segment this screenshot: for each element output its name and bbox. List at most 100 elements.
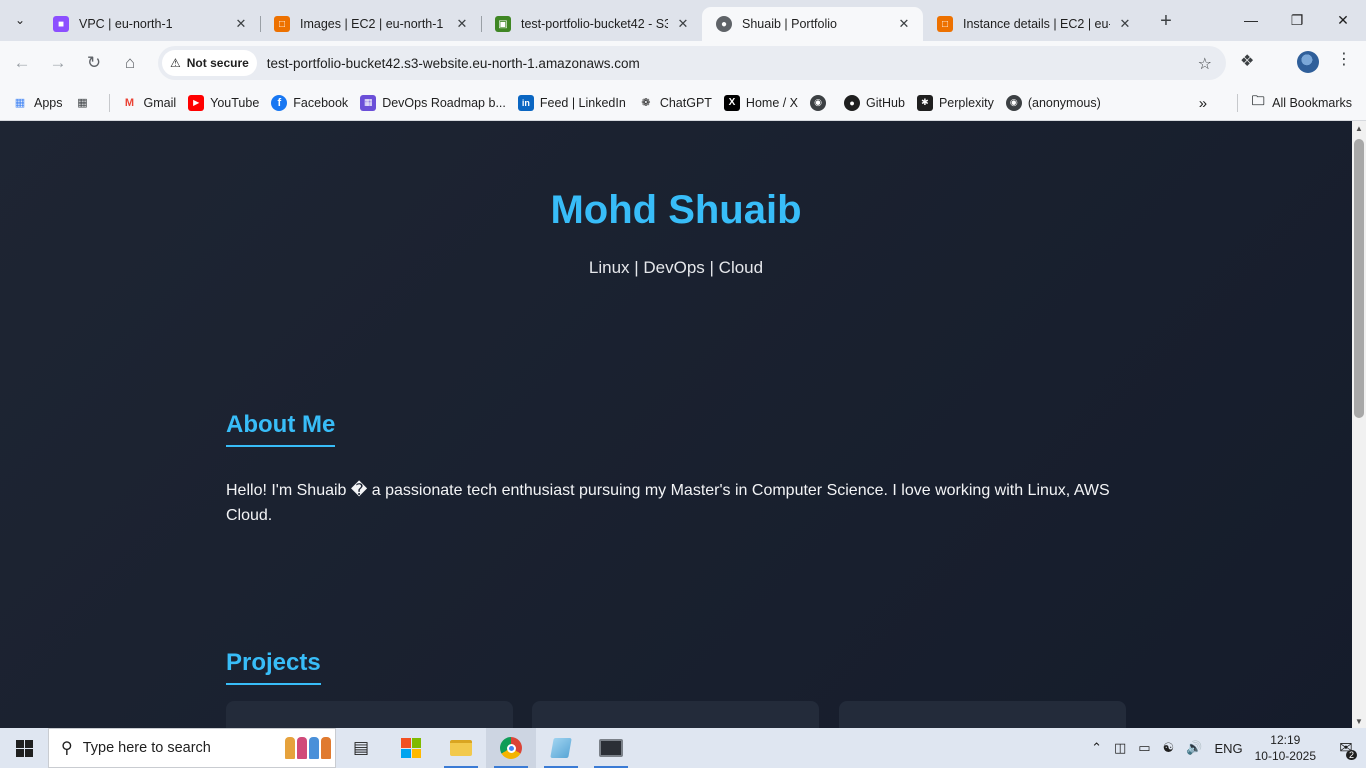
- kebab-menu-icon[interactable]: ⋮: [1336, 49, 1352, 69]
- forward-button[interactable]: →: [42, 47, 74, 79]
- restore-button[interactable]: ❐: [1274, 0, 1320, 40]
- bookmark-anonymous[interactable]: ◉ (anonymous): [1000, 90, 1107, 116]
- language-indicator[interactable]: ENG: [1214, 741, 1242, 756]
- bookmark-label: YouTube: [210, 95, 260, 110]
- reload-button[interactable]: ↻: [78, 47, 110, 79]
- start-button[interactable]: [0, 728, 48, 768]
- chatgpt-icon: ❁: [641, 97, 651, 109]
- scroll-down-arrow-icon[interactable]: ▼: [1355, 717, 1363, 726]
- site-security-chip[interactable]: ⚠ Not secure: [162, 50, 257, 76]
- notepad-icon: [550, 738, 572, 758]
- arrow-left-icon: ←: [13, 53, 31, 72]
- project-card[interactable]: [839, 701, 1126, 728]
- warning-icon: ⚠: [170, 56, 181, 70]
- bookmark-x[interactable]: X Home / X: [718, 90, 804, 116]
- bookmark-perplexity[interactable]: ✱ Perplexity: [911, 90, 1000, 116]
- chrome-icon: [500, 737, 522, 759]
- aws-s3-icon: ▣: [495, 16, 511, 32]
- restore-icon: ❐: [1290, 11, 1304, 28]
- folder-icon: 🗀: [1251, 93, 1265, 108]
- close-icon: ✕: [1337, 11, 1349, 28]
- tagline: Linux | DevOps | Cloud: [588, 258, 764, 277]
- page-scrollbar[interactable]: ▲ ▼: [1352, 121, 1366, 728]
- address-bar[interactable]: ⚠ Not secure test-portfolio-bucket42.s3-…: [158, 46, 1226, 80]
- close-icon[interactable]: ✕: [674, 15, 692, 33]
- bookmark-star-icon[interactable]: ☆: [1198, 54, 1212, 74]
- folder-icon: [450, 740, 472, 756]
- bookmark-label: ChatGPT: [659, 95, 712, 110]
- bookmark-linkedin[interactable]: in Feed | LinkedIn: [512, 90, 632, 116]
- minimize-button[interactable]: —: [1228, 0, 1274, 40]
- search-icon: ⚲: [61, 740, 73, 757]
- back-button[interactable]: ←: [6, 47, 38, 79]
- bookmark-label: Apps: [34, 95, 63, 110]
- bookmark-globe[interactable]: ◉: [804, 90, 838, 116]
- bookmark-gmail[interactable]: M Gmail: [116, 90, 183, 116]
- scrollbar-thumb[interactable]: [1354, 139, 1364, 418]
- close-icon[interactable]: ✕: [1116, 15, 1134, 33]
- project-card[interactable]: [532, 701, 819, 728]
- bookmark-devops-roadmap[interactable]: ▦ DevOps Roadmap b...: [354, 90, 512, 116]
- tab-portfolio[interactable]: ● Shuaib | Portfolio ✕: [702, 7, 923, 41]
- globe-icon: ●: [716, 16, 732, 32]
- tab-ec2-images[interactable]: □ Images | EC2 | eu-north-1 ✕: [260, 7, 481, 41]
- tab-s3-bucket[interactable]: ▣ test-portfolio-bucket42 - S3 ✕: [481, 7, 702, 41]
- search-highlight-icon: [285, 737, 331, 759]
- profile-avatar[interactable]: [1297, 51, 1319, 73]
- bookmark-youtube[interactable]: ▶ YouTube: [182, 90, 265, 116]
- meet-now-icon[interactable]: ◫: [1114, 740, 1126, 756]
- microsoft-store-button[interactable]: [386, 728, 436, 768]
- clock[interactable]: 12:19 10-10-2025: [1255, 732, 1316, 764]
- arrow-right-icon: →: [49, 53, 67, 72]
- page-title: Mohd Shuaib: [550, 188, 802, 232]
- youtube-icon: ▶: [188, 94, 205, 111]
- bookmark-facebook[interactable]: f Facebook: [265, 90, 354, 116]
- home-icon: ⌂: [124, 53, 136, 72]
- tab-instance-details[interactable]: □ Instance details | EC2 | eu-nc ✕: [923, 7, 1144, 41]
- tab-groups-icon: ▦: [77, 97, 88, 109]
- task-view-button[interactable]: ▤: [336, 728, 386, 768]
- home-button[interactable]: ⌂: [114, 47, 146, 79]
- tab-title: Shuaib | Portfolio: [742, 17, 837, 31]
- browser-toolbar: ← → ↻ ⌂ ⚠ Not secure test-portfolio-buck…: [0, 41, 1366, 85]
- globe-icon: ◉: [1005, 94, 1022, 111]
- close-icon[interactable]: ✕: [453, 15, 471, 33]
- tab-strip: ⌄ ■ VPC | eu-north-1 ✕ □ Images | EC2 | …: [0, 0, 1366, 41]
- bookmark-tab-groups[interactable]: ▦: [69, 90, 103, 116]
- bookmark-apps[interactable]: ▦ Apps: [6, 90, 69, 116]
- close-icon[interactable]: ✕: [895, 15, 913, 33]
- wifi-icon[interactable]: ☯: [1163, 740, 1175, 756]
- volume-icon[interactable]: 🔊: [1186, 740, 1202, 756]
- close-icon[interactable]: ✕: [232, 15, 250, 33]
- projects-heading: Projects: [226, 649, 321, 685]
- extensions-puzzle-icon[interactable]: ❖: [1240, 51, 1254, 71]
- aws-vpc-icon: ■: [53, 16, 69, 32]
- bookmark-label: Gmail: [143, 95, 177, 110]
- battery-icon[interactable]: ▭: [1138, 740, 1150, 756]
- snipping-tool-taskbar-button[interactable]: [586, 728, 636, 768]
- url-text[interactable]: test-portfolio-bucket42.s3-website.eu-no…: [267, 56, 640, 71]
- window-controls: — ❐ ✕: [1228, 0, 1366, 40]
- notepad-taskbar-button[interactable]: [536, 728, 586, 768]
- chrome-taskbar-button[interactable]: [486, 728, 536, 768]
- more-bookmarks-button[interactable]: »: [1193, 90, 1213, 116]
- new-tab-button[interactable]: +: [1152, 7, 1180, 35]
- file-explorer-button[interactable]: [436, 728, 486, 768]
- notification-center-button[interactable]: ✉ 2: [1326, 738, 1366, 760]
- bookmarks-bar: ▦ Apps ▦ M Gmail ▶ YouTube f Facebook ▦ …: [0, 85, 1366, 121]
- bookmark-chatgpt[interactable]: ❁ ChatGPT: [632, 90, 718, 116]
- about-heading: About Me: [226, 411, 336, 447]
- taskbar-search-box[interactable]: ⚲ Type here to search: [48, 728, 336, 768]
- bookmark-label: GitHub: [866, 95, 905, 110]
- tab-search-button[interactable]: ⌄: [7, 7, 33, 33]
- scroll-up-arrow-icon[interactable]: ▲: [1355, 124, 1363, 133]
- chevron-up-icon[interactable]: ⌃: [1091, 740, 1102, 756]
- bookmark-github[interactable]: ● GitHub: [838, 90, 911, 116]
- double-chevron-right-icon: »: [1198, 94, 1208, 112]
- project-card[interactable]: [226, 701, 513, 728]
- all-bookmarks-button[interactable]: 🗀 All Bookmarks: [1244, 90, 1358, 116]
- bookmarks-divider: [108, 93, 110, 112]
- windows-logo-icon: [15, 739, 33, 757]
- tab-vpc[interactable]: ■ VPC | eu-north-1 ✕: [39, 7, 260, 41]
- close-window-button[interactable]: ✕: [1320, 0, 1366, 40]
